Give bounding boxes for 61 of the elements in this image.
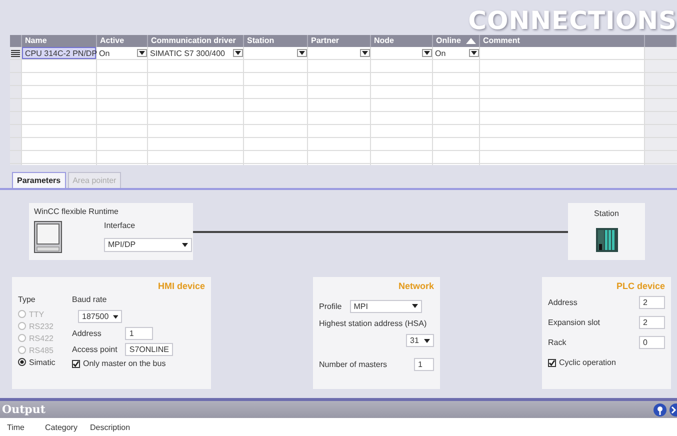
hsa-dropdown[interactable]: 31: [406, 334, 434, 347]
field-label: Expansion slot: [548, 318, 602, 327]
station-title: Station: [594, 209, 619, 218]
radio-label: RS422: [29, 334, 54, 342]
plc-field[interactable]: 2: [639, 296, 665, 309]
radio-label: Simatic: [29, 358, 56, 366]
address-label: Address: [72, 329, 102, 338]
column-header[interactable]: Time: [7, 422, 45, 432]
radio-label: RS485: [29, 346, 54, 354]
plc-rack-icon[interactable]: [596, 228, 618, 252]
page-title: CONNECTIONS: [468, 7, 677, 35]
output-title: Output: [2, 403, 46, 416]
plc-field[interactable]: 0: [639, 336, 665, 349]
masters-label: Number of masters: [319, 360, 388, 368]
caret-icon: [137, 49, 147, 57]
caret-icon: [412, 304, 418, 308]
caret-icon: [360, 49, 370, 57]
collapse-icon[interactable]: [669, 402, 677, 416]
caret-icon: [422, 49, 432, 57]
type-label: Type: [18, 295, 36, 304]
row-handle-icon[interactable]: [11, 50, 20, 56]
interface-dropdown[interactable]: MPI/DP: [104, 238, 192, 252]
field-label: Address: [548, 298, 578, 307]
tab[interactable]: Parameters: [12, 172, 66, 188]
profile-label: Profile: [319, 302, 342, 310]
hsa-label: Highest station address (HSA): [319, 319, 428, 328]
checkbox[interactable]: [72, 360, 80, 368]
table-cell[interactable]: CPU 314C-2 PN/DP: [22, 47, 96, 59]
caret-icon: [297, 49, 307, 57]
caret-icon: [424, 338, 430, 342]
monitor-icon: [34, 221, 62, 254]
caret-icon: [469, 49, 479, 57]
masters-field[interactable]: 1: [414, 358, 434, 370]
runtime-title: WinCC flexible Runtime: [34, 207, 120, 218]
caret-icon: [112, 314, 118, 318]
checkbox-label: Only master on the bus: [83, 359, 166, 368]
radio-label: TTY: [29, 310, 44, 318]
radio-button[interactable]: [18, 358, 26, 366]
baud-rate-dropdown[interactable]: 187500: [78, 310, 122, 323]
radio-label: RS232: [29, 322, 54, 330]
access-point-field[interactable]: S7ONLINE: [125, 343, 173, 356]
panel-title: PLC device: [615, 281, 665, 291]
panel-title: Network: [397, 281, 434, 291]
column-header[interactable]: Description: [90, 422, 150, 432]
checkbox-label: Cyclic operation: [559, 358, 616, 367]
table-dropdown[interactable]: On: [97, 47, 147, 59]
checkbox[interactable]: [548, 358, 556, 366]
column-header[interactable]: Category: [45, 422, 90, 432]
field-label: Rack: [548, 338, 568, 347]
pin-icon[interactable]: [653, 402, 667, 416]
baud-rate-label: Baud rate: [72, 295, 108, 304]
plc-field[interactable]: 2: [639, 316, 665, 329]
caret-icon: [233, 49, 243, 57]
panel-title: HMI device: [156, 281, 205, 291]
table-dropdown[interactable]: On: [433, 47, 479, 59]
caret-icon: [182, 242, 188, 247]
address-field[interactable]: 1: [125, 327, 154, 340]
profile-dropdown[interactable]: MPI: [350, 300, 422, 312]
access-point-label: Access point: [72, 345, 118, 354]
table-dropdown[interactable]: SIMATIC S7 300/400: [148, 47, 243, 59]
interface-label: Interface: [104, 221, 136, 232]
